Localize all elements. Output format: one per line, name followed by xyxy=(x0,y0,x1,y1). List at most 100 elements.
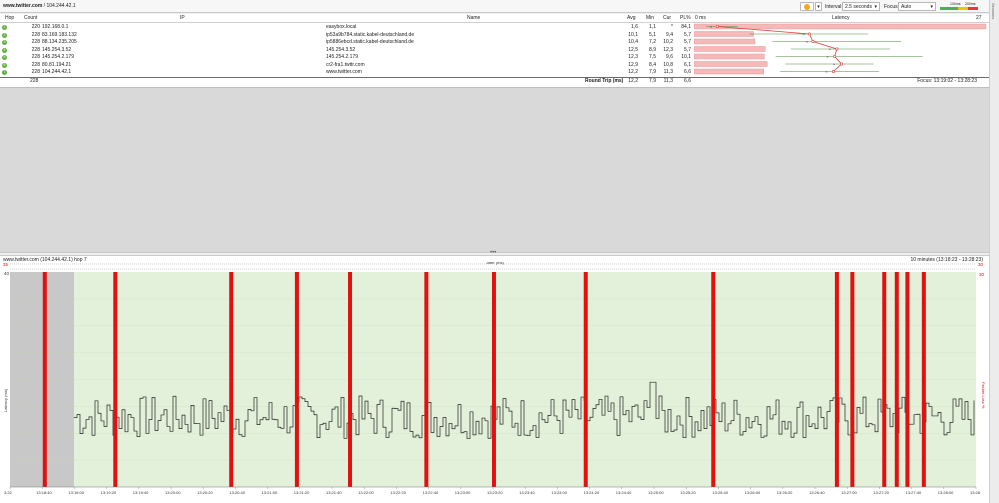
packet-loss-bar xyxy=(711,272,716,487)
x-tick-label: 13:26:00 xyxy=(745,490,761,495)
col-hop[interactable]: Hop xyxy=(5,14,14,22)
cell-ip: 104.244.42.1 xyxy=(42,69,72,75)
interval-value: 2.5 seconds xyxy=(845,4,872,10)
chevron-down-icon: ▾ xyxy=(874,4,877,10)
cell-name: 145.254.2.179 xyxy=(326,54,358,60)
legend-100ms: 100ms xyxy=(950,2,961,6)
trace-point xyxy=(835,47,839,51)
legend-bar-warn xyxy=(958,7,968,10)
summary-count: 228 xyxy=(30,78,39,84)
cell-cur: 9,6 xyxy=(666,54,673,60)
packet-loss-bar xyxy=(850,272,855,487)
chevron-down-icon: ▾ xyxy=(930,4,933,10)
pause-button[interactable] xyxy=(800,2,814,11)
summary-avg: 12,2 xyxy=(628,78,638,84)
cell-count: 228 xyxy=(31,31,40,38)
target-ip: 104.244.42.1 xyxy=(46,3,76,9)
x-tick-label: 13:19:40 xyxy=(133,490,149,495)
cell-cur: * xyxy=(671,24,673,30)
x-tick-label: 13:21:40 xyxy=(326,490,342,495)
x-tick-label: 13:22:40 xyxy=(423,490,439,495)
interval-select[interactable]: 2.5 seconds ▾ xyxy=(842,2,880,11)
packet-loss-bar xyxy=(294,272,299,487)
focus-range: Focus: 13:19:02 - 13:28:23 xyxy=(917,78,977,84)
top-right-value: 30 xyxy=(978,262,984,267)
cell-count: 220 xyxy=(31,24,40,30)
x-tick-label: 13:24:20 xyxy=(584,490,600,495)
cell-cur: 11,3 xyxy=(663,69,673,75)
x-tick-label: 13:23:00 xyxy=(455,490,471,495)
cell-min: 8,4 xyxy=(649,61,656,68)
cell-avg: 12,3 xyxy=(628,54,638,60)
focus-label: Focus: xyxy=(884,4,900,10)
cell-pl: 10,1 xyxy=(681,54,691,60)
packet-loss-bar xyxy=(882,272,887,487)
latency-scale-legend: 100ms 200ms xyxy=(940,2,978,11)
packet-loss-bar xyxy=(694,31,754,37)
packet-loss-bar xyxy=(583,272,588,487)
packet-loss-bar xyxy=(694,61,768,67)
cell-count: 228 xyxy=(31,39,40,45)
legend-bar-ok xyxy=(940,7,958,10)
cell-avg: 12,5 xyxy=(628,46,638,53)
summary-row: 228 Round Trip (ms) 12,2 7,9 11,3 6,6 Fo… xyxy=(0,77,989,85)
cell-name: cr2-fra1.twttr.com xyxy=(326,61,365,68)
side-rail-label: Sessions xyxy=(991,3,996,20)
col-pl[interactable]: PL% xyxy=(680,14,691,22)
side-rail[interactable]: Sessions xyxy=(989,0,999,503)
x-tick-label: 13:27:00 xyxy=(841,490,857,495)
circle-icon xyxy=(804,4,810,10)
x-tick-label: 13:27:40 xyxy=(906,490,922,495)
hop-table: Hop Count IP Name Avg Min Cur PL% 0 ms L… xyxy=(0,14,989,87)
cell-cur: 9,4 xyxy=(666,31,673,38)
cell-avg: 12,9 xyxy=(628,61,638,68)
cell-pl: 84,1 xyxy=(681,24,691,30)
y-axis-left-label: Latency (ms) xyxy=(3,388,8,412)
packet-loss-bar xyxy=(348,272,353,487)
cell-pl: 5,7 xyxy=(684,39,691,45)
x-tick-label: 13:24:40 xyxy=(616,490,632,495)
cell-name: www.twitter.com xyxy=(326,69,362,75)
target-title: www.twitter.com / 104.244.42.1 xyxy=(3,3,76,9)
col-cur[interactable]: Cur xyxy=(663,14,671,22)
x-tick-label: 13:23:40 xyxy=(519,490,535,495)
latency-column: × × × × × × × xyxy=(694,23,988,76)
focus-value: Auto xyxy=(901,4,912,10)
graph-canvas[interactable]: Jitter (ms) 35 30 40 30 Latency (ms) Packet Lo… xyxy=(0,262,989,503)
hop-status-icon: 7 xyxy=(2,70,7,75)
summary-label: Round Trip (ms) xyxy=(585,78,624,84)
x-tick-label: 13:19:20 xyxy=(101,490,117,495)
packet-loss-bar xyxy=(905,272,910,487)
x-tick-label: 13:23:20 xyxy=(487,490,503,495)
cell-min: 5,1 xyxy=(649,31,656,38)
packet-loss-bar xyxy=(694,46,766,52)
target-host: www.twitter.com xyxy=(3,3,43,9)
cell-name: ip5886ebcd.static.kabel-deutschland.de xyxy=(326,39,414,45)
col-avg[interactable]: Avg xyxy=(627,14,636,22)
pause-dropdown[interactable]: ▾ xyxy=(815,2,822,11)
legend-200ms: 200ms xyxy=(965,2,976,6)
col-min[interactable]: Min xyxy=(646,14,654,22)
packet-loss-bar xyxy=(694,68,765,75)
x-tick-label: 13:26:40 xyxy=(809,490,825,495)
x-tick-label: 13:18:40 xyxy=(36,490,52,495)
x-tick-label: 13:20:20 xyxy=(197,490,213,495)
x-tick-label: 13:20:00 xyxy=(165,490,181,495)
x-tick-label: 13:22:20 xyxy=(390,490,406,495)
cell-ip: 88.134.235.205 xyxy=(42,39,77,45)
cell-name: easybox.local xyxy=(326,24,357,30)
packet-loss-bar xyxy=(424,272,429,487)
packet-loss-bar xyxy=(834,272,839,487)
packet-loss-bar xyxy=(694,53,765,60)
col-latency[interactable]: Latency xyxy=(832,14,850,22)
col-ip[interactable]: IP xyxy=(180,14,185,22)
cell-avg: 10,1 xyxy=(628,31,638,38)
col-count[interactable]: Count xyxy=(24,14,37,22)
focus-select[interactable]: Auto ▾ xyxy=(898,2,936,11)
cell-min: 7,5 xyxy=(649,54,656,60)
cell-min: 7,9 xyxy=(649,69,656,75)
x-tick-label: 13:26:20 xyxy=(777,490,793,495)
cell-min: 8,9 xyxy=(649,46,656,53)
col-name[interactable]: Name xyxy=(467,14,480,22)
hop-status-icon: 3 xyxy=(2,40,7,45)
